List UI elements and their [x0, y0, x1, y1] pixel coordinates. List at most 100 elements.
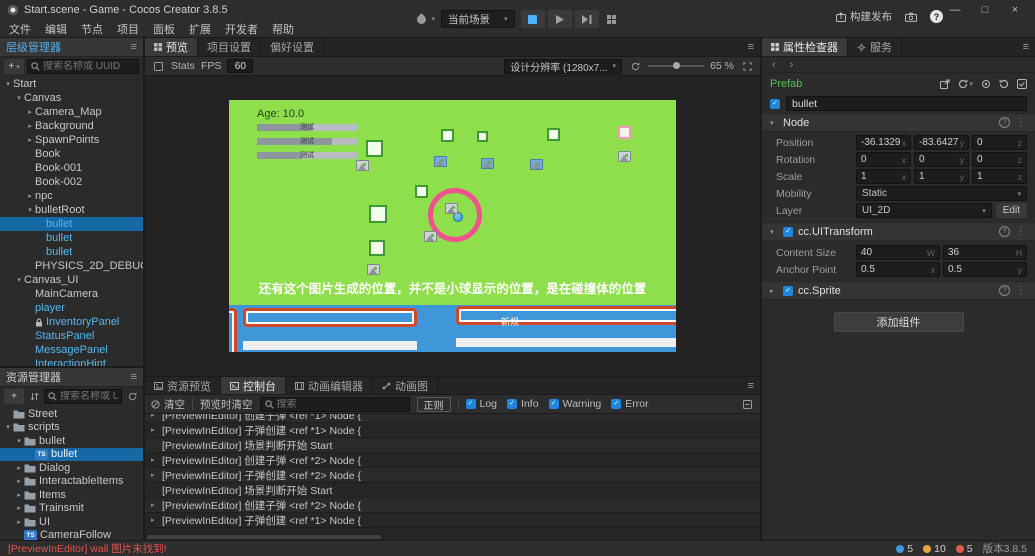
number-input[interactable]: 0z	[972, 152, 1027, 167]
asset-item-scripts[interactable]: ▾ scripts	[0, 421, 143, 435]
expand-arrow-icon[interactable]: ▾	[3, 423, 13, 431]
stats-label[interactable]: Stats	[171, 60, 195, 72]
clear-on-preview-toggle[interactable]: 预览时清空	[200, 397, 253, 412]
menu-item-编辑[interactable]: 编辑	[38, 21, 74, 37]
rotate-device-icon[interactable]	[628, 59, 642, 73]
tab-inspector[interactable]: 属性检查器	[762, 38, 848, 56]
expand-arrow-icon[interactable]: ▸	[25, 192, 35, 200]
tab-preview[interactable]: 预览	[145, 38, 198, 56]
tab-project-settings[interactable]: 项目设置	[198, 38, 261, 56]
hierarchy-node-PHYSICS_2D_DEBUG_DR[interactable]: PHYSICS_2D_DEBUG_DR	[0, 259, 143, 273]
stop-button[interactable]	[520, 10, 545, 28]
hierarchy-search-input[interactable]	[43, 61, 135, 72]
expand-arrow-icon[interactable]: ▾	[14, 437, 24, 445]
zoom-slider[interactable]	[648, 62, 705, 69]
asset-item-Street[interactable]: Street	[0, 407, 143, 421]
asset-item-CameraFollow[interactable]: TS CameraFollow	[0, 529, 143, 540]
layer-select[interactable]: UI_2D ▾	[856, 203, 992, 218]
panel-menu-icon[interactable]: ≡	[131, 371, 137, 383]
hierarchy-node-Background[interactable]: ▸ Background	[0, 119, 143, 133]
history-forward-button[interactable]: ›	[790, 59, 794, 71]
console-horizontal-scrollbar[interactable]	[145, 534, 760, 540]
content-height-input[interactable]: 36 H	[943, 245, 1027, 260]
expand-arrow-icon[interactable]: ▸	[25, 122, 35, 130]
layer-edit-button[interactable]: Edit	[995, 203, 1027, 218]
console-log-row[interactable]: ▸ [PreviewInEditor] 创建子弹 <ref *2> Node {	[145, 453, 760, 468]
tab-animation-editor[interactable]: 动画编辑器	[286, 377, 373, 394]
anchor-y-input[interactable]: 0.5 y	[943, 262, 1027, 277]
component-enabled-checkbox[interactable]: ✓	[783, 285, 793, 296]
tab-asset-preview[interactable]: 资源预览	[145, 377, 221, 394]
console-log-row[interactable]: [PreviewInEditor] 场景判断开始 Start	[145, 438, 760, 453]
asset-item-UI[interactable]: ▸ UI	[0, 515, 143, 529]
menu-item-节点[interactable]: 节点	[74, 21, 110, 37]
number-input[interactable]: 0y	[914, 152, 969, 167]
help-icon[interactable]: ?	[999, 117, 1010, 128]
locate-prefab-icon[interactable]	[981, 79, 991, 89]
console-filter-error[interactable]: ✓ Error	[611, 398, 649, 410]
hierarchy-node-Start[interactable]: ▾ Start	[0, 77, 143, 91]
hierarchy-node-Canvas[interactable]: ▾ Canvas	[0, 91, 143, 105]
clear-console-button[interactable]: 清空	[151, 397, 185, 412]
more-options-icon[interactable]: ⋮	[1015, 285, 1027, 296]
console-log-row[interactable]: ▸ [PreviewInEditor] 子弹创建 <ref *1> Node {	[145, 513, 760, 528]
step-button[interactable]	[574, 10, 599, 28]
uitransform-section-header[interactable]: ▾ ✓ cc.UITransform ? ⋮	[762, 222, 1035, 241]
hierarchy-node-player[interactable]: player	[0, 301, 143, 315]
status-badge-error[interactable]: 5	[955, 543, 973, 555]
collapse-arrow-icon[interactable]: ▸	[770, 287, 778, 295]
hierarchy-node-bulletRoot[interactable]: ▾ bulletRoot	[0, 203, 143, 217]
collapse-arrow-icon[interactable]: ▾	[770, 228, 778, 236]
hierarchy-node-Camera_Map[interactable]: ▸ Camera_Map	[0, 105, 143, 119]
console-log-row[interactable]: ▸ [PreviewInEditor] 子弹创建 <ref *2> Node {	[145, 468, 760, 483]
device-icon[interactable]	[151, 59, 165, 73]
regex-toggle[interactable]: 正则	[416, 396, 451, 412]
number-input[interactable]: 1x	[856, 169, 911, 184]
scrollbar-thumb[interactable]	[147, 535, 381, 539]
expand-arrow-icon[interactable]: ▸	[14, 518, 24, 526]
close-button[interactable]: ×	[1003, 4, 1027, 16]
console-search-input[interactable]	[276, 398, 405, 410]
open-prefab-icon[interactable]	[940, 79, 950, 89]
menu-item-面板[interactable]: 面板	[146, 21, 182, 37]
anchor-x-input[interactable]: 0.5 x	[856, 262, 940, 277]
mobility-select[interactable]: Static ▾	[856, 186, 1027, 201]
panel-menu-icon[interactable]: ≡	[742, 41, 760, 53]
node-section-header[interactable]: ▾ Node ? ⋮	[762, 113, 1035, 132]
asset-item-bullet[interactable]: ▾ bullet	[0, 434, 143, 448]
scene-select[interactable]: 当前场景 ▾	[441, 10, 515, 28]
expand-arrow-icon[interactable]: ▸	[151, 426, 162, 434]
console-filter-info[interactable]: ✓ Info	[507, 398, 539, 410]
build-publish-button[interactable]: 构建发布	[836, 9, 892, 24]
more-options-icon[interactable]: ⋮	[1015, 226, 1027, 237]
asset-item-InteractableItems[interactable]: ▸ InteractableItems	[0, 475, 143, 489]
tab-console[interactable]: 控制台	[221, 377, 286, 394]
expand-arrow-icon[interactable]: ▸	[151, 516, 162, 524]
expand-arrow-icon[interactable]: ▸	[14, 491, 24, 499]
history-back-button[interactable]: ‹	[772, 59, 776, 71]
apply-prefab-icon[interactable]	[1017, 78, 1027, 89]
number-input[interactable]: 0z	[972, 135, 1027, 150]
menu-item-开发者[interactable]: 开发者	[218, 21, 265, 37]
sync-prefab-icon[interactable]: ▾	[958, 79, 973, 89]
menu-item-扩展[interactable]: 扩展	[182, 21, 218, 37]
expand-arrow-icon[interactable]: ▸	[25, 108, 35, 116]
hierarchy-node-InteractionHint[interactable]: InteractionHint	[0, 357, 143, 366]
hierarchy-node-bullet[interactable]: bullet	[0, 245, 143, 259]
status-badge-warning[interactable]: 10	[923, 543, 946, 555]
hierarchy-node-Book-001[interactable]: Book-001	[0, 161, 143, 175]
preview-target-icon[interactable]	[414, 12, 428, 26]
hierarchy-node-Book[interactable]: Book	[0, 147, 143, 161]
maximize-button[interactable]: □	[973, 4, 997, 16]
number-input[interactable]: 1z	[972, 169, 1027, 184]
console-collapse-icon[interactable]	[740, 397, 754, 411]
component-enabled-checkbox[interactable]: ✓	[783, 226, 793, 237]
expand-arrow-icon[interactable]: ▾	[14, 94, 24, 102]
create-asset-button[interactable]: +	[4, 389, 24, 404]
hierarchy-node-StatusPanel[interactable]: StatusPanel	[0, 329, 143, 343]
hierarchy-node-MessagePanel[interactable]: MessagePanel	[0, 343, 143, 357]
node-name-input[interactable]: bullet	[786, 96, 1027, 111]
sort-assets-icon[interactable]	[27, 390, 41, 404]
fullscreen-icon[interactable]	[740, 59, 754, 73]
expand-arrow-icon[interactable]: ▸	[25, 136, 35, 144]
